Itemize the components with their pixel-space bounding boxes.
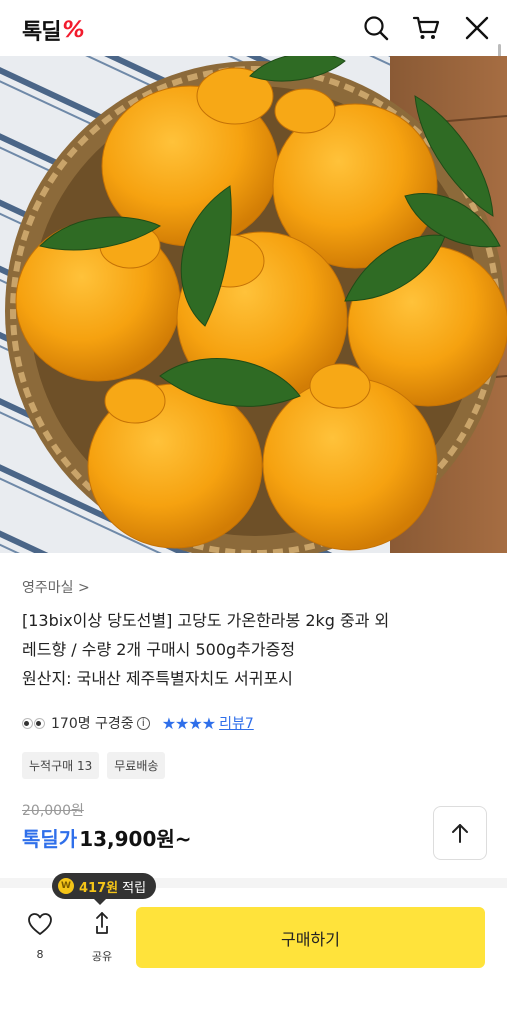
share-label: 공유 xyxy=(91,950,113,963)
logo[interactable]: 톡딜 % xyxy=(22,14,85,46)
points-label: 적립 xyxy=(122,880,147,896)
badge-purchase-count: 누적구매 13 xyxy=(22,752,100,779)
arrow-up-icon xyxy=(452,824,468,843)
scroll-top-button[interactable] xyxy=(433,806,487,860)
search-icon[interactable] xyxy=(362,14,390,42)
viewer-count: 170명 구경중 xyxy=(51,716,134,732)
product-title-line: 레드향 / 수량 2개 구매시 500g추가증정 xyxy=(22,640,296,659)
product-title: [13bix이상 당도선별] 고당도 가온한라봉 2kg 중과 외 레드향 / … xyxy=(22,606,482,693)
points-tooltip: W 417원 적립 xyxy=(52,873,157,905)
like-button[interactable] xyxy=(24,912,56,940)
info-icon[interactable]: i xyxy=(136,716,150,730)
rating-stars: ★★★★ xyxy=(161,713,216,733)
points-amount: 417원 xyxy=(79,880,119,896)
logo-text: 톡딜 xyxy=(22,20,61,45)
social-info: 170명 구경중 i ★★★★ 리뷰7 xyxy=(22,712,254,734)
product-title-line: 원산지: 국내산 제주특별자치도 서귀포시 xyxy=(22,669,293,688)
eyes-icon xyxy=(22,717,45,729)
like-count: 8 xyxy=(36,948,44,961)
buy-button[interactable]: 구매하기 xyxy=(136,907,485,968)
seller-link[interactable]: 영주마실 > xyxy=(22,577,90,597)
heart-icon xyxy=(28,913,52,935)
product-title-line: [13bix이상 당도선별] 고당도 가온한라봉 2kg 중과 외 xyxy=(22,611,390,630)
product-image[interactable] xyxy=(0,56,507,553)
sale-price-row: 톡딜가 13,900원~ xyxy=(22,823,192,852)
coin-icon: W xyxy=(58,878,74,894)
share-button[interactable] xyxy=(86,910,118,940)
top-header: 톡딜 % xyxy=(0,0,507,70)
cart-icon[interactable] xyxy=(412,14,440,42)
badge-free-shipping: 무료배송 xyxy=(107,752,166,779)
badge-list: 누적구매 13 무료배송 xyxy=(22,752,166,779)
original-price: 20,000원 xyxy=(22,803,84,819)
share-icon xyxy=(96,912,108,934)
close-icon[interactable] xyxy=(463,14,491,42)
sale-label: 톡딜가 xyxy=(22,827,78,851)
logo-mark: % xyxy=(62,17,85,43)
review-link[interactable]: 리뷰7 xyxy=(219,713,254,733)
sale-price: 13,900원~ xyxy=(79,827,192,851)
